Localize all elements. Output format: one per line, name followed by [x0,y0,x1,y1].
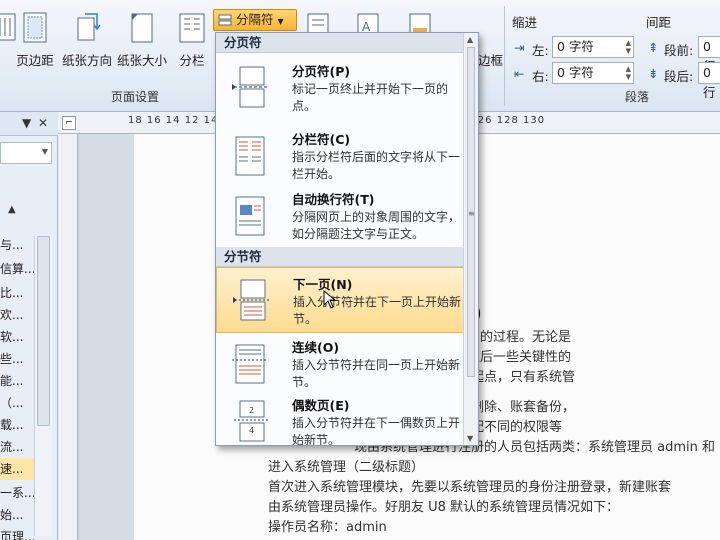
size-label: 纸张大小 [116,53,167,68]
grip-icon: ≡ [468,209,475,218]
orientation-label: 纸张方向 [61,53,112,68]
breaks-icon [218,14,232,26]
menu-item-title: 分栏符(C) [292,132,351,147]
menu-item-column-break[interactable]: 分栏符(C) 指示分栏符后面的文字将从下一栏开始。 [216,123,464,189]
nav-search-input[interactable]: ▼ [0,142,52,164]
spacing-after-value: 0 行 [703,65,716,100]
spacing-before-input[interactable]: 0 行 [698,36,720,74]
pane-menu-icon[interactable]: ▼ [22,116,31,130]
columns-icon [179,13,205,43]
menu-item-desc: 指示分栏符后面的文字将从下一栏开始。 [292,150,461,181]
size-icon [131,13,153,43]
doc-text-line: 首次进入系统管理模块，先要以系统管理员的身份注册登录，新建账套 [268,480,672,495]
breaks-label: 分隔符 [236,12,274,27]
menu-item-title: 分页符(P) [292,64,351,79]
menu-item-continuous[interactable]: 连续(O) 插入分节符并在同一页上开始新节。 [216,331,464,397]
doc-text-line: 操作员名称：admin [268,520,387,535]
tab-selector-button[interactable]: ⌐ [62,116,76,130]
menu-item-title: 偶数页(E) [292,398,350,413]
size-button[interactable]: 纸张大小 [114,8,170,76]
page-break-icon [232,66,268,108]
indent-left-input[interactable]: 0 字符 ▲ ▼ [552,36,634,58]
group-separator [504,6,505,106]
menu-item-desc: 插入分节符并在同一页上开始新节。 [292,358,461,389]
breaks-menu: 分页符 分页符(P) 标记一页终止并开始下一页的点。 分栏符(C) 指示分栏符后… [215,32,479,446]
menu-item-page-break[interactable]: 分页符(P) 标记一页终止并开始下一页的点。 [216,55,464,121]
nav-scrollbar[interactable] [34,236,52,536]
doc-text-line: 进入系统管理（二级标题） [268,460,425,475]
spacing-before-label: 段前: [664,43,694,58]
orientation-icon [77,13,101,41]
group-label-paragraph: 段落 [624,90,649,104]
scroll-down-icon[interactable]: ▼ [467,434,473,443]
chevron-down-icon: ▼ [277,17,284,26]
menu-item-text-wrapping-break[interactable]: 自动换行符(T) 分隔网页上的对象周围的文字，如分隔题注文字与正文。 [216,183,464,249]
menu-item-next-page[interactable]: 下一页(N) 插入分节符并在下一页上开始新节。 [216,267,464,333]
spinner-arrows-icon[interactable]: ▲ ▼ [626,39,631,55]
vertical-ruler[interactable] [58,134,78,540]
spacing-title: 间距 [646,15,672,30]
scroll-up-icon[interactable]: ▲ [467,35,473,44]
breaks-button[interactable]: 分隔符 ▼ [213,9,297,31]
indent-left-label: 左: [532,43,549,58]
columns-button[interactable]: 分栏 [172,8,212,76]
menu-section-page-breaks: 分页符 [216,33,464,53]
even-page-break-icon: 24 [234,400,268,442]
margins-label: 页边距 [16,53,54,68]
columns-label: 分栏 [179,53,205,68]
group-label-page-setup: 页面设置 [110,90,159,104]
indent-left-icon: ⇥ [514,40,525,55]
menu-item-title: 自动换行符(T) [292,192,375,207]
indent-title: 缩进 [512,15,538,30]
spinner-arrows-icon[interactable]: ▲ ▼ [626,65,631,81]
continuous-break-icon [232,344,268,384]
indent-left-value: 0 字符 [557,39,594,54]
mouse-cursor-icon [323,290,337,309]
menu-item-desc: 插入分节符并在下一页上开始新节。 [293,295,462,326]
menu-item-even-page[interactable]: 24 偶数页(E) 插入分节符并在下一偶数页上开始新节。 [216,389,464,446]
text-wrapping-break-icon [235,196,265,236]
next-page-break-icon [233,279,269,321]
margins-icon [23,12,47,43]
orientation-button[interactable]: 纸张方向 [60,8,114,76]
spacing-after-input[interactable]: 0 行 [698,62,720,100]
close-icon[interactable]: ✕ [38,116,48,130]
doc-text-line: 由系统管理员操作。好朋友 U8 默认的系统管理员情况如下： [268,500,620,515]
column-break-icon [235,136,265,176]
menu-item-title: 连续(O) [292,340,340,355]
menu-item-desc: 分隔网页上的对象周围的文字，如分隔题注文字与正文。 [292,210,461,241]
indent-right-label: 右: [532,69,549,84]
menu-item-desc: 插入分节符并在下一偶数页上开始新节。 [292,416,461,446]
spacing-after-icon: ⇟ [648,66,659,81]
spacing-after-label: 段后: [664,69,694,84]
indent-right-value: 0 字符 [557,65,594,80]
menu-item-desc: 标记一页终止并开始下一页的点。 [292,82,449,113]
margins-button[interactable]: 页边距 [10,8,60,76]
navigation-pane: ▼ ✕ ▼ ▲ 与... 信算... 比... 欢... 软... 些... 能... （..… [0,112,58,540]
svg-text:4: 4 [249,426,254,435]
spacing-before-icon: ⇞ [648,40,659,55]
nav-up-arrow-icon[interactable]: ▲ [8,204,16,215]
page-borders-label[interactable]: 边框 [478,50,503,69]
indent-right-icon: ⇤ [514,66,525,81]
chevron-down-icon[interactable]: ▼ [42,147,48,156]
menu-scrollbar[interactable]: ▲ ≡ ▼ [463,33,478,445]
nav-scroll-thumb[interactable] [37,236,50,426]
svg-text:2: 2 [249,406,254,415]
menu-section-section-breaks: 分节符 [216,247,464,267]
nav-pane-header: ▼ ✕ [0,112,58,136]
indent-right-input[interactable]: 0 字符 ▲ ▼ [552,62,634,84]
